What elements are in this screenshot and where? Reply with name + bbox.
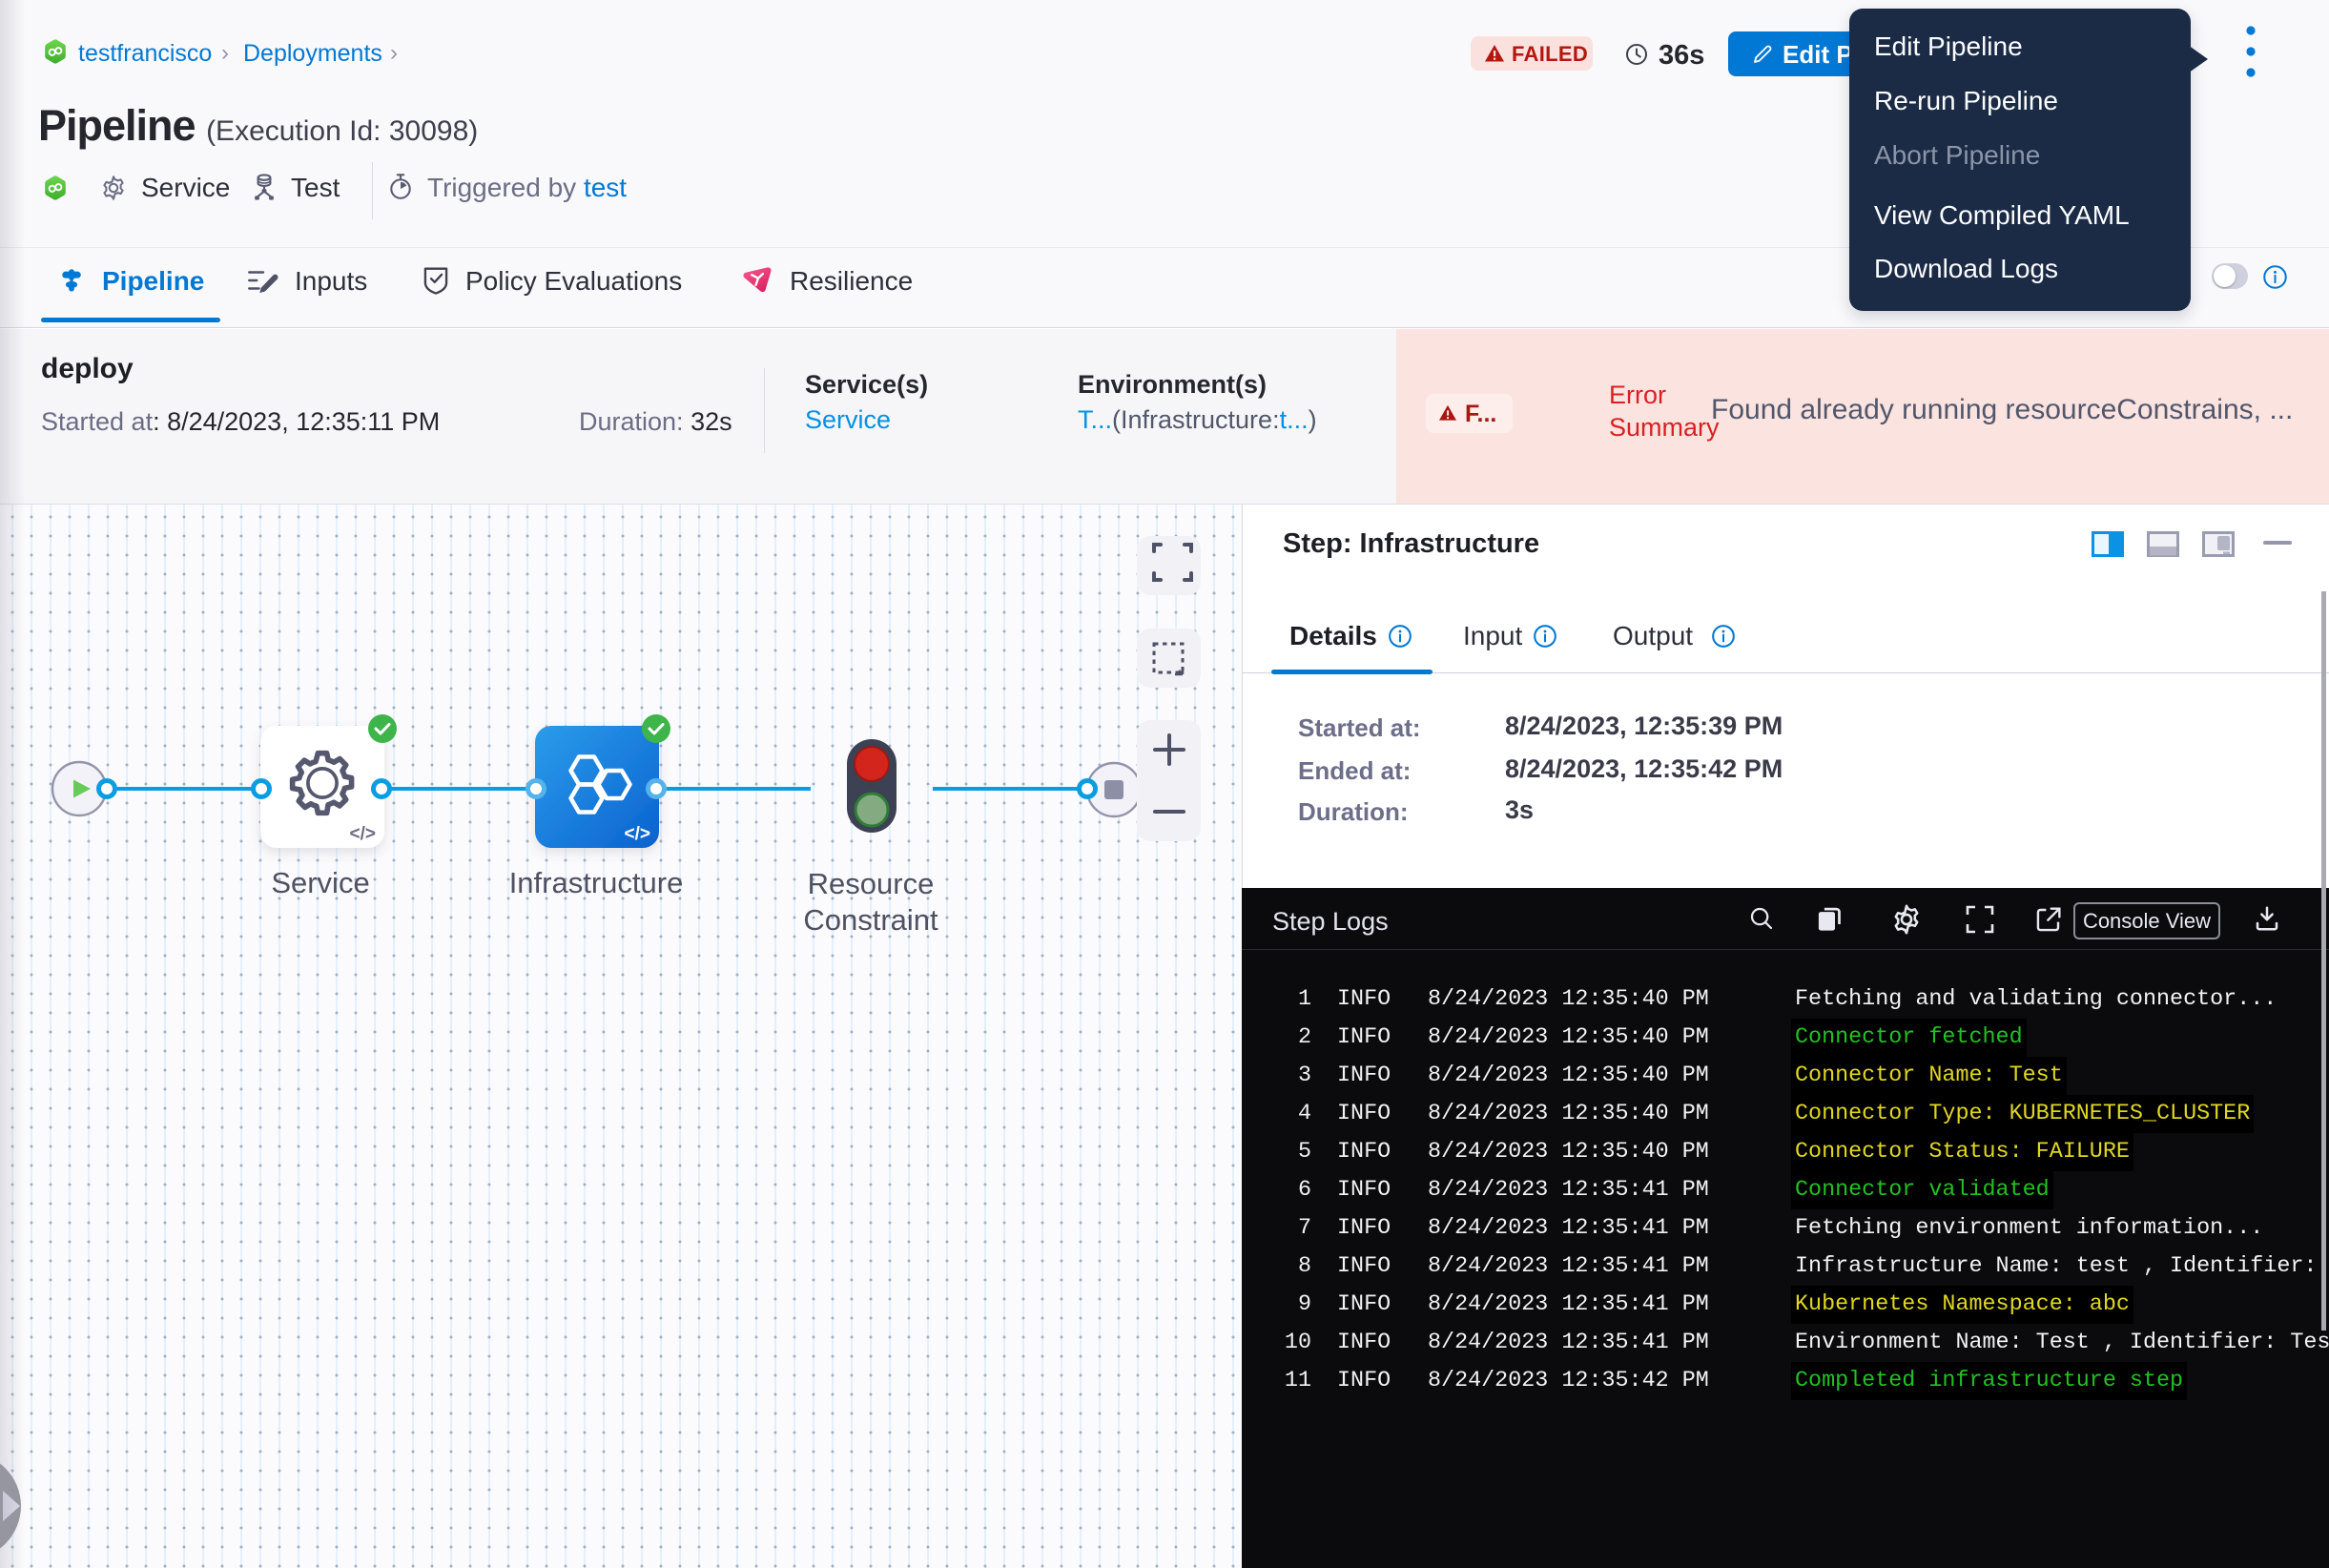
svg-text:</>: </> (625, 824, 650, 844)
svg-text:Resource: Resource (808, 867, 935, 900)
svg-text:Infrastructure: Infrastructure (509, 866, 684, 899)
svg-text:Service: Service (271, 866, 369, 899)
svg-text:Constraint: Constraint (803, 903, 938, 937)
svg-text:</>: </> (350, 824, 376, 844)
